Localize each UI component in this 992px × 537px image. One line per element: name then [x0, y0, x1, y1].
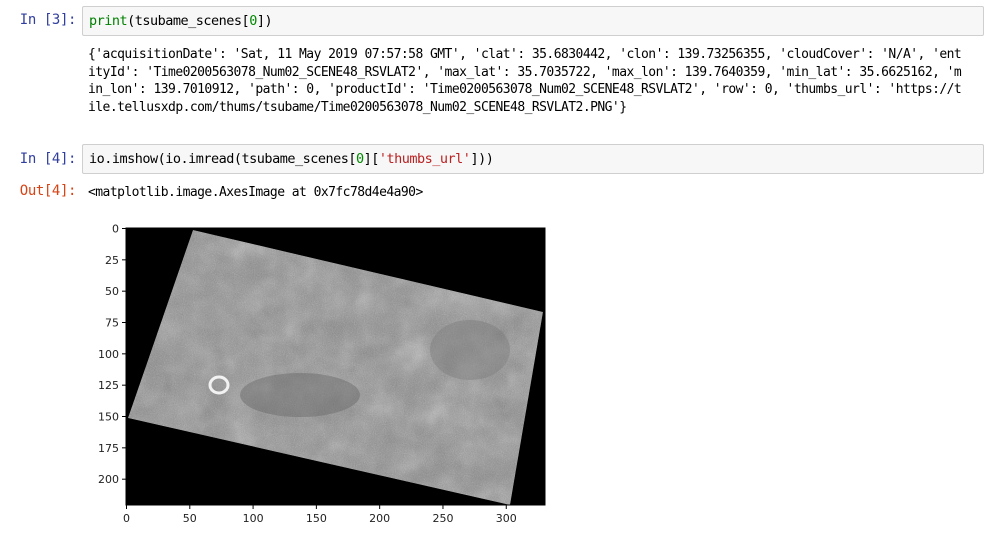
- y-tick-label: 50: [105, 285, 119, 298]
- y-tick-label: 125: [98, 379, 119, 392]
- x-tick-label: 150: [306, 512, 327, 525]
- y-tick-label: 75: [105, 317, 119, 330]
- x-tick-label: 200: [369, 512, 390, 525]
- x-tick-label: 50: [183, 512, 197, 525]
- imshow-plot: 0 50 100 150 200 250 300 0 25 50 75 100 125 150 175 20…: [98, 223, 546, 525]
- y-tick-label: 175: [98, 442, 119, 455]
- y-tick-label: 150: [98, 411, 119, 424]
- y-tick-label: 100: [98, 348, 119, 361]
- x-tick-label: 0: [123, 512, 130, 525]
- x-tick-label: 300: [496, 512, 517, 525]
- y-tick-label: 0: [112, 223, 119, 236]
- x-tick-label: 250: [432, 512, 453, 525]
- y-axis: 0 25 50 75 100 125 150 175 200: [98, 223, 126, 486]
- y-tick-label: 200: [98, 473, 119, 486]
- x-tick-label: 100: [243, 512, 264, 525]
- x-axis: 0 50 100 150 200 250 300: [123, 505, 517, 525]
- y-tick-label: 25: [105, 254, 119, 267]
